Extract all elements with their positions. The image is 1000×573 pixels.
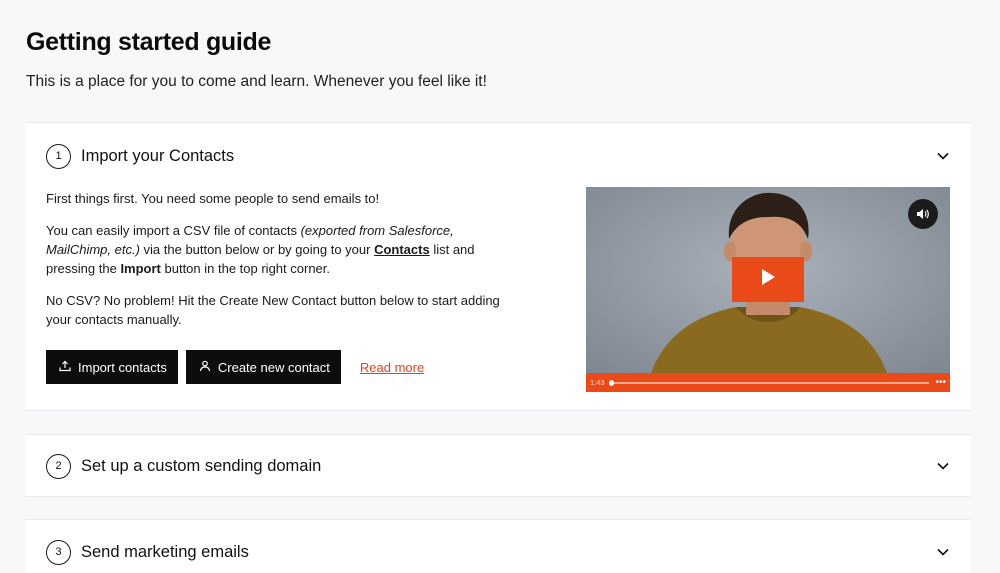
step-header-sending-domain[interactable]: 2 Set up a custom sending domain bbox=[46, 453, 951, 479]
chevron-down-icon[interactable] bbox=[935, 544, 951, 560]
video-controls: 1:43 ••• bbox=[586, 373, 950, 392]
step-card-sending-domain: 2 Set up a custom sending domain bbox=[26, 434, 971, 497]
step-title: Send marketing emails bbox=[81, 542, 249, 561]
contacts-link[interactable]: Contacts bbox=[374, 242, 430, 257]
page-subtitle: This is a place for you to come and lear… bbox=[26, 73, 487, 90]
step-title: Set up a custom sending domain bbox=[81, 456, 322, 475]
step-number-badge: 3 bbox=[46, 539, 71, 565]
step-header-import-contacts[interactable]: 1 Import your Contacts bbox=[46, 143, 951, 169]
import-contacts-label: Import contacts bbox=[78, 359, 167, 375]
volume-icon[interactable] bbox=[908, 199, 938, 229]
upload-icon bbox=[59, 360, 78, 375]
user-icon bbox=[199, 360, 218, 375]
create-new-contact-label: Create new contact bbox=[217, 359, 330, 375]
paragraph-import-info: You can easily import a CSV file of cont… bbox=[46, 221, 516, 278]
progress-knob[interactable] bbox=[608, 379, 614, 386]
play-icon bbox=[760, 268, 776, 291]
step-card-import-contacts: 1 Import your Contacts First things firs… bbox=[26, 122, 971, 411]
video-progress-bar[interactable] bbox=[608, 379, 930, 386]
step-number-badge: 2 bbox=[46, 453, 71, 479]
step-header-marketing-emails[interactable]: 3 Send marketing emails bbox=[46, 539, 951, 565]
create-new-contact-button[interactable]: Create new contact bbox=[185, 350, 341, 384]
chevron-down-icon[interactable] bbox=[935, 458, 951, 474]
video-player[interactable]: 1:43 ••• bbox=[586, 187, 950, 392]
step-title: Import your Contacts bbox=[81, 146, 235, 165]
import-contacts-button[interactable]: Import contacts bbox=[46, 350, 178, 384]
text-bold: Import bbox=[120, 261, 161, 276]
play-button[interactable] bbox=[732, 257, 804, 302]
page-header: Getting started guide This is a place fo… bbox=[26, 28, 966, 91]
step-description: First things first. You need some people… bbox=[46, 189, 516, 342]
step-number-badge: 1 bbox=[46, 143, 71, 169]
page-title: Getting started guide bbox=[26, 28, 272, 56]
video-time: 1:43 bbox=[590, 378, 605, 387]
paragraph-intro: First things first. You need some people… bbox=[46, 191, 380, 206]
chevron-down-icon[interactable] bbox=[935, 148, 951, 164]
text-span: button in the top right corner. bbox=[160, 261, 331, 276]
step-card-marketing-emails: 3 Send marketing emails bbox=[26, 519, 971, 573]
read-more-link[interactable]: Read more bbox=[360, 360, 424, 375]
paragraph-no-csv: No CSV? No problem! Hit the Create New C… bbox=[46, 293, 500, 327]
text-span: via the button below or by going to your bbox=[139, 242, 375, 257]
step-actions: Import contacts Create new contact Read … bbox=[46, 350, 424, 384]
text-span: You can easily import a CSV file of cont… bbox=[46, 223, 301, 238]
more-dots-icon[interactable]: ••• bbox=[935, 377, 946, 388]
